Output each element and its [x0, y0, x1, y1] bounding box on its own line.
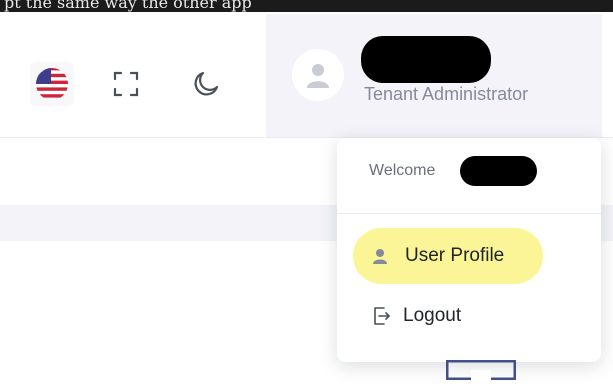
- theme-toggle-button[interactable]: [184, 62, 228, 106]
- avatar: [292, 49, 344, 101]
- user-profile-label: User Profile: [405, 245, 505, 266]
- welcome-label: Welcome: [369, 162, 436, 179]
- moon-icon: [194, 71, 219, 96]
- page-top-strip: pt the same way the other app: [0, 0, 613, 14]
- fullscreen-button[interactable]: [104, 62, 148, 106]
- logout-icon: [371, 305, 393, 327]
- user-menu-toggle[interactable]: Tenant Administrator: [266, 14, 602, 137]
- us-flag-icon: [36, 68, 68, 100]
- logout-label: Logout: [403, 305, 462, 326]
- logout-menu-item[interactable]: Logout: [359, 288, 559, 344]
- user-role: Tenant Administrator: [364, 84, 529, 104]
- user-avatar-icon: [307, 64, 329, 88]
- dropdown-header: Welcome: [337, 138, 601, 214]
- redacted-welcome-name: [460, 156, 537, 186]
- fullscreen-icon: [113, 71, 139, 97]
- user-profile-menu-item[interactable]: User Profile: [353, 228, 543, 284]
- partial-illustration: [446, 360, 516, 380]
- language-button[interactable]: [30, 62, 74, 106]
- user-dropdown-menu: Welcome User Profile Logout: [337, 138, 601, 362]
- page-top-text: pt the same way the other app: [4, 0, 252, 12]
- redacted-username: [361, 36, 491, 83]
- user-icon: [371, 247, 389, 265]
